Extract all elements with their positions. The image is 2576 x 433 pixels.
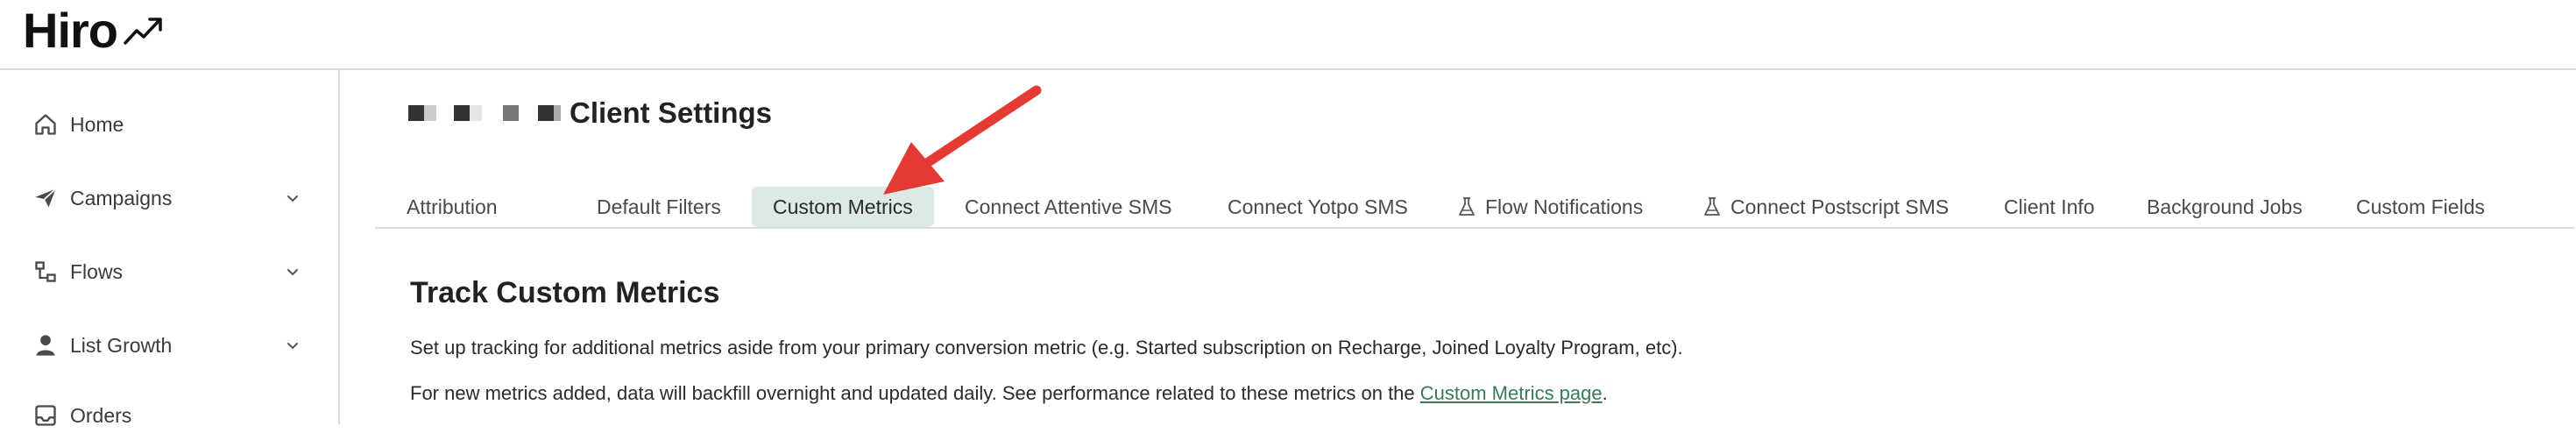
home-icon [32, 110, 60, 138]
tab-connect-yotpo-sms[interactable]: Connect Yotpo SMS [1228, 187, 1408, 227]
sidebar: Home Campaigns Flows List Growth Orders [0, 70, 340, 427]
sidebar-item-flows[interactable]: Flows [32, 254, 303, 289]
section-title: Track Custom Metrics [410, 276, 720, 309]
settings-tabs: Attribution Default Filters Custom Metri… [375, 187, 2574, 229]
tab-label: Attribution [407, 195, 498, 218]
tab-flow-notifications[interactable]: Flow Notifications [1457, 187, 1643, 227]
tab-default-filters[interactable]: Default Filters [597, 187, 721, 227]
sidebar-item-label: Campaigns [70, 186, 173, 209]
sidebar-item-label: Orders [70, 403, 132, 427]
custom-metrics-page-link[interactable]: Custom Metrics page [1420, 382, 1603, 404]
chevron-down-icon[interactable] [282, 188, 303, 209]
user-icon [32, 331, 60, 359]
sidebar-item-label: Home [70, 112, 124, 136]
tab-custom-fields[interactable]: Custom Fields [2356, 187, 2485, 227]
sidebar-item-campaigns[interactable]: Campaigns [32, 181, 303, 216]
chevron-down-icon[interactable] [282, 261, 303, 282]
tab-custom-metrics[interactable]: Custom Metrics [752, 187, 934, 227]
tab-attribution[interactable]: Attribution [407, 187, 498, 227]
tab-client-info[interactable]: Client Info [2004, 187, 2095, 227]
logo[interactable]: Hiro [23, 2, 165, 59]
tab-label: Flow Notifications [1485, 195, 1644, 218]
sidebar-item-label: List Growth [70, 333, 173, 357]
tab-label: Client Info [2004, 195, 2095, 218]
tab-background-jobs[interactable]: Background Jobs [2147, 187, 2303, 227]
trending-up-icon [123, 15, 165, 46]
tab-label: Connect Postscript SMS [1730, 195, 1950, 218]
description-text: Set up tracking for additional metrics a… [410, 337, 1683, 358]
logo-text: Hiro [23, 3, 118, 58]
tab-label: Custom Metrics [773, 195, 913, 218]
top-bar: Hiro [0, 0, 2576, 70]
main-content: Client Settings Attribution Default Filt… [340, 70, 2576, 424]
page-title: Client Settings [570, 96, 773, 129]
tab-label: Custom Fields [2356, 195, 2485, 218]
flask-icon [1702, 196, 1722, 217]
page-header: Client Settings [408, 96, 772, 130]
sidebar-item-list-growth[interactable]: List Growth [32, 328, 303, 363]
orders-icon [32, 401, 60, 429]
tab-label: Background Jobs [2147, 195, 2303, 218]
sidebar-item-orders[interactable]: Orders [32, 398, 303, 433]
sidebar-item-home[interactable]: Home [32, 107, 303, 142]
backfill-note-text: For new metrics added, data will backfil… [410, 382, 1420, 404]
backfill-note-suffix: . [1602, 382, 1608, 404]
flow-icon [32, 258, 60, 286]
redacted-client-name [408, 105, 561, 121]
backfill-note: For new metrics added, data will backfil… [410, 382, 1608, 405]
tab-label: Default Filters [597, 195, 721, 218]
flask-icon [1457, 196, 1476, 217]
chevron-down-icon[interactable] [282, 335, 303, 356]
paper-plane-icon [32, 184, 60, 212]
tab-label: Connect Yotpo SMS [1228, 195, 1408, 218]
sidebar-item-label: Flows [70, 259, 124, 283]
tab-label: Connect Attentive SMS [965, 195, 1172, 218]
tab-connect-attentive-sms[interactable]: Connect Attentive SMS [965, 187, 1172, 227]
tab-connect-postscript-sms[interactable]: Connect Postscript SMS [1702, 187, 1949, 227]
